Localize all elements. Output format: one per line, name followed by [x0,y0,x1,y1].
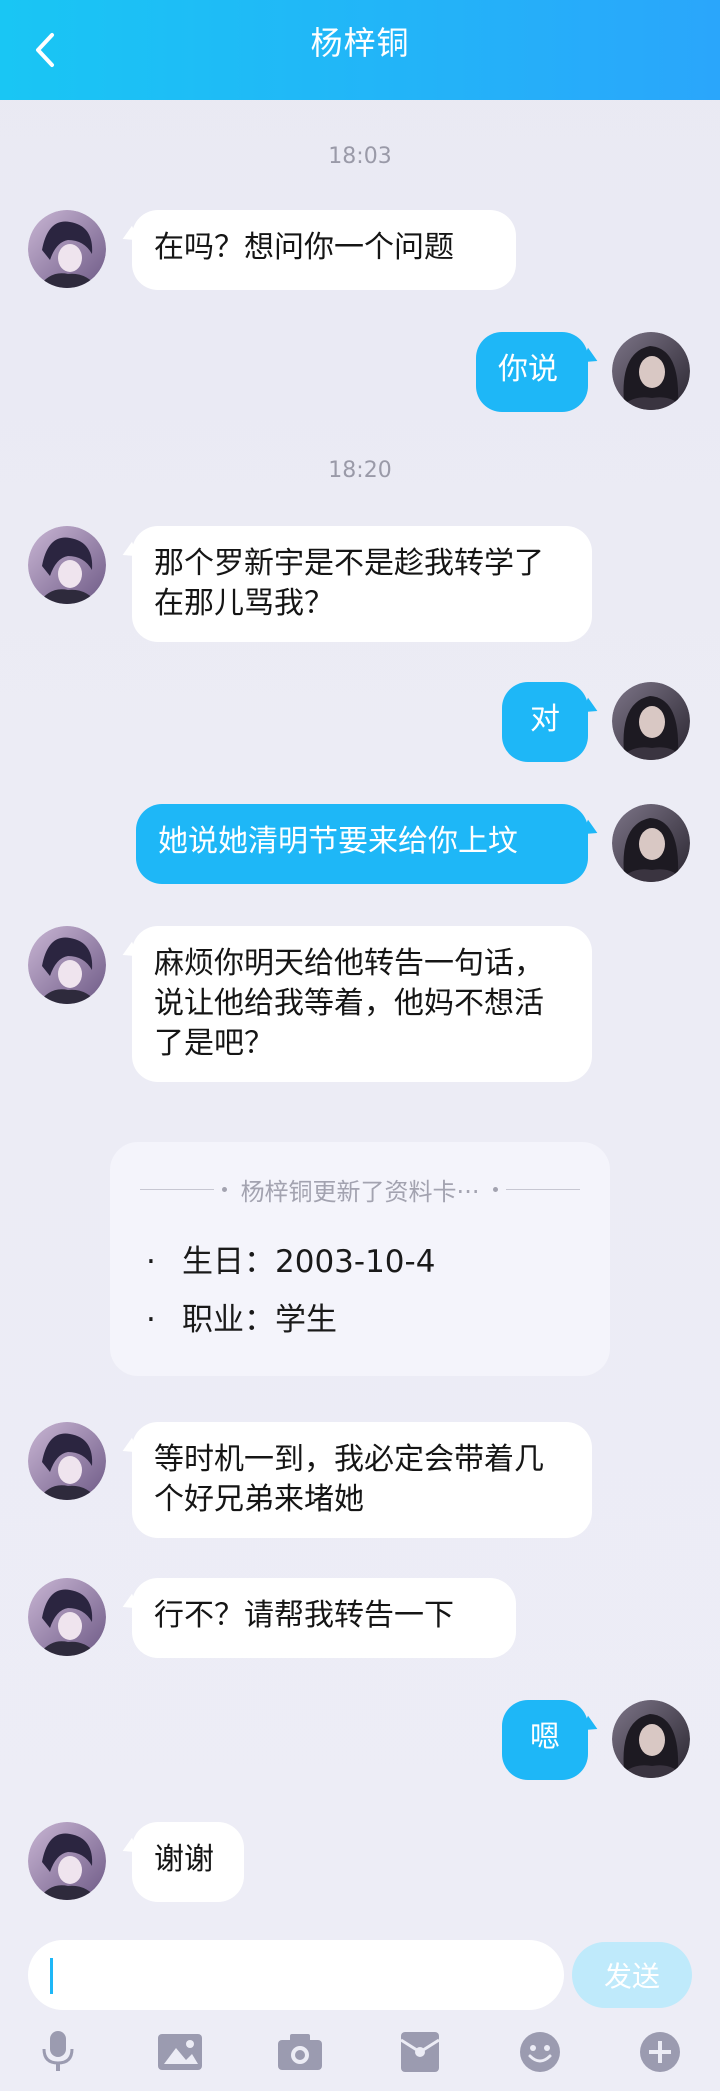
send-button[interactable]: 发送 [572,1942,692,2008]
text-caret [50,1958,53,1994]
my-avatar[interactable] [612,332,690,410]
my-avatar[interactable] [612,1700,690,1778]
bullet: · [146,1302,156,1338]
profile-card-title: 杨梓铜更新了资料卡··· [240,1177,480,1206]
field-value: 学生 [275,1302,337,1338]
field-value: 2003-10-4 [275,1244,436,1280]
timestamp: 18:20 [328,458,392,483]
image-icon[interactable] [152,2028,208,2076]
contact-avatar[interactable] [28,1422,106,1500]
dot-icon [493,1186,499,1192]
message-bubble-outgoing[interactable]: 她说她清明节要来给你上坟 [136,804,588,884]
profile-card-header: 杨梓铜更新了资料卡··· [140,1172,581,1206]
dot-icon [221,1186,227,1192]
contact-avatar[interactable] [28,1578,106,1656]
profile-occupation-row: · 职业：学生 [146,1294,337,1339]
field-label: 生日： [182,1244,275,1280]
bullet: · [146,1244,156,1280]
contact-avatar[interactable] [28,926,106,1004]
message-bubble-outgoing[interactable]: 你说 [476,332,588,412]
profile-birthday-row: · 生日：2003-10-4 [146,1236,435,1281]
message-bubble-incoming[interactable]: 等时机一到，我必定会带着几个好兄弟来堵她 [132,1422,592,1538]
contact-avatar[interactable] [28,526,106,604]
message-bubble-outgoing[interactable]: 对 [502,682,588,762]
contact-name-title: 杨梓铜 [310,24,410,62]
chat-header: 杨梓铜 [0,0,720,100]
timestamp: 18:03 [328,144,392,169]
emoji-icon[interactable] [512,2028,568,2076]
profile-update-card[interactable]: 杨梓铜更新了资料卡··· · 生日：2003-10-4 · 职业：学生 [110,1142,610,1376]
message-bubble-incoming[interactable]: 那个罗新宇是不是趁我转学了在那儿骂我？ [132,526,592,642]
red-packet-icon[interactable] [392,2028,448,2076]
message-bubble-incoming[interactable]: 行不？请帮我转告一下 [132,1578,516,1658]
message-bubble-outgoing[interactable]: 嗯 [502,1700,588,1780]
microphone-icon[interactable] [30,2028,86,2076]
plus-icon[interactable] [632,2028,688,2076]
message-bubble-incoming[interactable]: 谢谢 [132,1822,244,1902]
field-label: 职业： [182,1302,275,1338]
contact-avatar[interactable] [28,1822,106,1900]
divider [140,1188,214,1190]
message-input[interactable] [28,1940,564,2010]
divider [506,1188,581,1190]
my-avatar[interactable] [612,682,690,760]
my-avatar[interactable] [612,804,690,882]
contact-avatar[interactable] [28,210,106,288]
message-bubble-incoming[interactable]: 麻烦你明天给他转告一句话，说让他给我等着，他妈不想活了是吧？ [132,926,592,1082]
message-bubble-incoming[interactable]: 在吗？想问你一个问题 [132,210,516,290]
camera-icon[interactable] [272,2028,328,2076]
